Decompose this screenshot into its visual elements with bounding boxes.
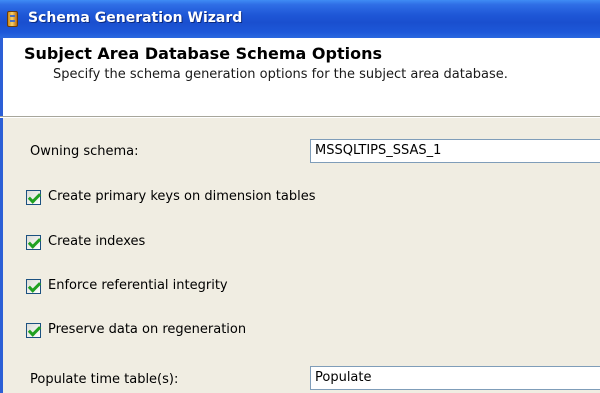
preserve-data-checkbox[interactable] — [26, 323, 41, 338]
page-subtitle: Specify the schema generation options fo… — [53, 67, 508, 82]
create-primary-keys-checkbox[interactable] — [26, 190, 41, 205]
create-primary-keys-label[interactable]: Create primary keys on dimension tables — [48, 189, 316, 204]
page-title: Subject Area Database Schema Options — [24, 44, 382, 63]
enforce-referential-integrity-label[interactable]: Enforce referential integrity — [48, 278, 228, 293]
owning-schema-label: Owning schema: — [30, 144, 139, 159]
populate-time-tables-label: Populate time table(s): — [30, 372, 179, 387]
enforce-referential-integrity-checkbox[interactable] — [26, 279, 41, 294]
wizard-app-icon — [7, 11, 18, 27]
create-indexes-checkbox[interactable] — [26, 235, 41, 250]
create-indexes-label[interactable]: Create indexes — [48, 234, 145, 249]
preserve-data-label[interactable]: Preserve data on regeneration — [48, 322, 246, 337]
owning-schema-input[interactable]: MSSQLTIPS_SSAS_1 — [310, 139, 600, 163]
header-divider — [0, 116, 600, 118]
wizard-header: Subject Area Database Schema Options Spe… — [0, 38, 600, 116]
window-title: Schema Generation Wizard — [28, 10, 243, 26]
title-bar: Schema Generation Wizard — [0, 0, 600, 38]
populate-time-tables-dropdown[interactable]: Populate — [310, 366, 600, 390]
left-border — [0, 118, 3, 393]
